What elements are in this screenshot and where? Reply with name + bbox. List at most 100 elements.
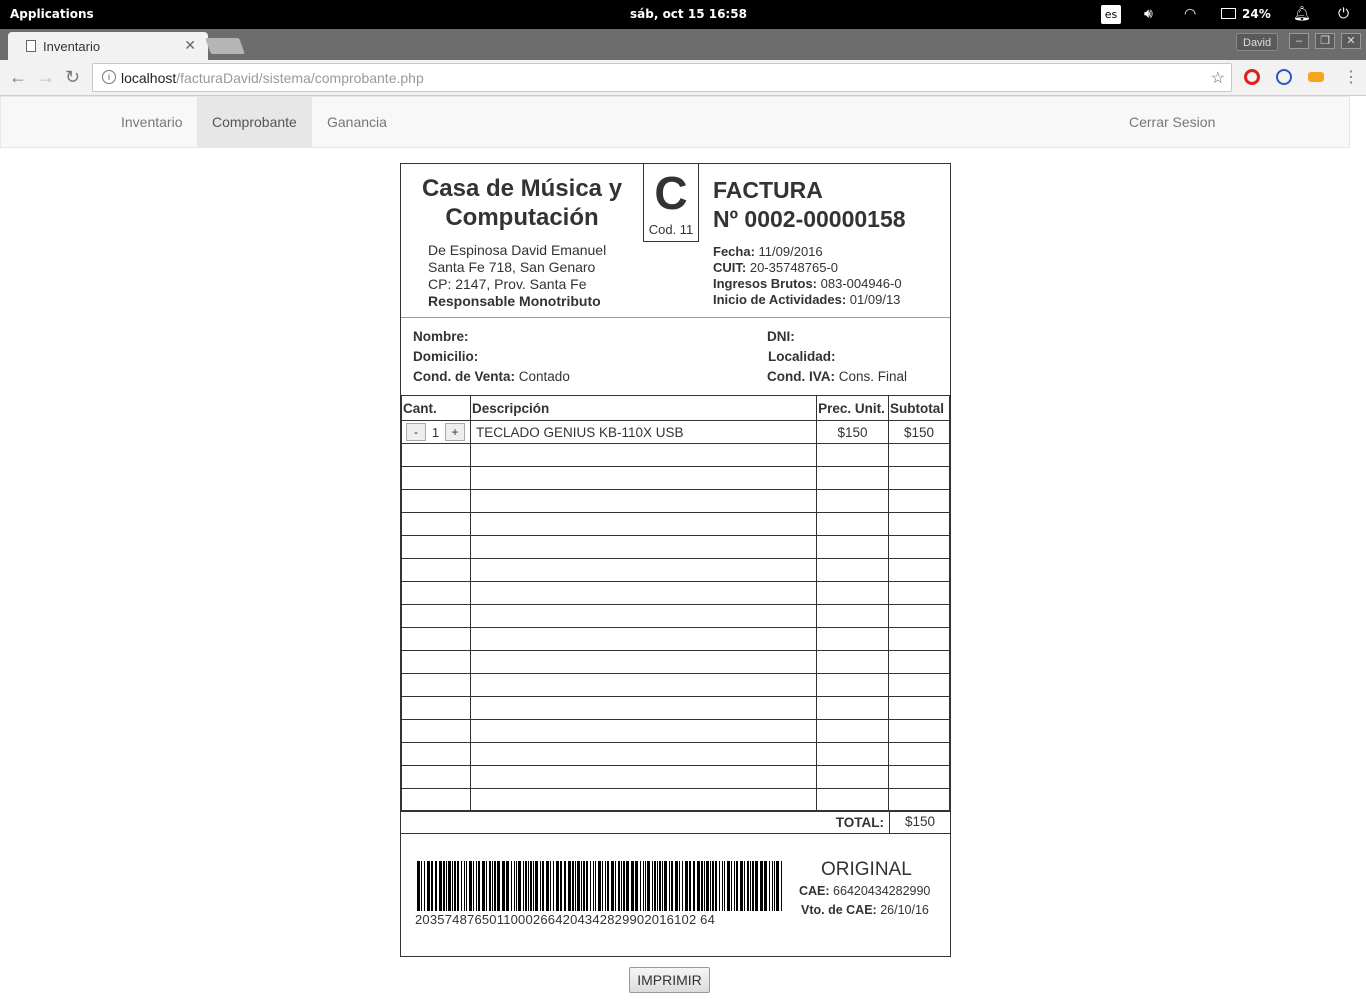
table-row [401,489,951,513]
barcode-bar [744,861,745,911]
barcode-bar [435,861,437,911]
barcode-bar [523,861,524,911]
minimize-icon[interactable]: – [1289,33,1309,49]
barcode-bar [478,861,480,911]
barcode-bar [652,861,653,911]
barcode-bar [466,861,467,911]
barcode-bar [560,861,562,911]
nav-cerrar-sesion[interactable]: Cerrar Sesion [1114,97,1230,147]
battery-icon[interactable] [1221,8,1236,19]
address-bar[interactable]: i localhost/facturaDavid/sistema/comprob… [92,63,1232,92]
tab-title: Inventario [43,39,101,54]
barcode-bar [572,861,574,911]
barcode-bar [497,861,500,911]
invoice-letter: C [654,167,688,219]
applications-menu[interactable]: Applications [10,7,94,21]
col-precio: Prec. Unit. [816,395,889,421]
copy-label: ORIGINAL [821,859,912,880]
barcode-bar [581,861,582,911]
barcode-bar [482,861,485,911]
url-text: localhost/facturaDavid/sistema/comproban… [121,70,424,86]
battery-percent[interactable]: 24% [1242,7,1271,21]
col-subtotal: Subtotal [887,395,951,421]
barcode-bar [424,861,425,911]
barcode-bar [575,861,576,911]
close-window-icon[interactable]: ✕ [1341,33,1361,49]
barcode-bar [607,861,609,911]
barcode-bar [530,861,532,911]
barcode-bar [675,861,678,911]
wifi-icon[interactable]: ◠ [1184,6,1196,22]
barcode-bar [427,861,430,911]
barcode-bar [671,861,673,911]
barcode-bar [486,861,487,911]
qty-value[interactable]: 1 [426,425,445,440]
system-top-bar: Applications sáb, oct 15 16:58 es 🔊︎ ◠ 2… [0,0,1366,29]
barcode-bar [662,861,663,911]
barcode-bar [740,861,743,911]
opera-extension-icon[interactable] [1244,69,1260,85]
keyboard-layout-indicator[interactable]: es [1101,5,1121,24]
clock[interactable]: sáb, oct 15 16:58 [630,7,747,21]
volume-icon[interactable]: 🔊︎ [1144,6,1153,22]
table-row [401,696,951,720]
col-descripcion: Descripción [469,395,818,421]
forward-icon[interactable]: → [37,67,55,88]
table-row [401,558,951,582]
profile-button[interactable]: David [1236,33,1279,51]
restore-icon[interactable]: ❐ [1315,33,1335,49]
barcode-bar [586,861,588,911]
info-icon[interactable]: i [102,70,116,84]
table-row [401,443,951,467]
barcode-bar [618,861,620,911]
barcode [417,861,787,911]
block-extension-icon[interactable] [1276,69,1292,85]
table-row [401,650,951,674]
browser-tab[interactable]: Inventario ✕ [8,32,208,60]
extension-icon[interactable] [1308,72,1324,82]
barcode-bar [489,861,491,911]
app-navbar: Inventario Comprobante Ganancia Cerrar S… [0,96,1350,148]
barcode-bar [525,861,527,911]
table-row [401,673,951,697]
barcode-bar [615,861,616,911]
barcode-bar [417,861,420,911]
barcode-bar [514,861,515,911]
barcode-bar [689,861,691,911]
barcode-bar [621,861,622,911]
barcode-bar [564,861,566,911]
notification-bell-icon[interactable]: 🔔︎ [1293,6,1311,22]
barcode-bar [511,861,512,911]
business-name: Casa de Música y Computación [421,175,623,231]
barcode-bar [760,861,763,911]
nav-comprobante[interactable]: Comprobante [197,97,312,147]
barcode-bar [710,861,711,911]
back-icon[interactable]: ← [9,67,27,88]
barcode-bar [712,861,714,911]
barcode-bar [659,861,661,911]
cae-info: CAE: 66420434282990 Vto. de CAE: 26/10/1… [799,884,931,917]
print-button[interactable]: IMPRIMIR [629,967,710,993]
client-domicilio-label: Domicilio: [413,349,479,364]
invoice-meta: Fecha: 11/09/2016 CUIT: 20-35748765-0 In… [713,244,902,307]
close-tab-icon[interactable]: ✕ [184,37,196,54]
barcode-bar [605,861,606,911]
barcode-bar [772,861,773,911]
browser-toolbar: ← → ↻ i localhost/facturaDavid/sistema/c… [0,60,1366,96]
power-icon[interactable]: ⏻ [1338,6,1349,22]
col-cant: Cant. [401,395,471,421]
bookmark-star-icon[interactable]: ☆ [1211,68,1225,88]
new-tab-button[interactable] [205,38,245,54]
nav-inventario[interactable]: Inventario [106,97,197,147]
barcode-bar [747,861,749,911]
table-row [401,535,951,559]
reload-icon[interactable]: ↻ [65,67,80,88]
barcode-bar [528,861,529,911]
nav-ganancia[interactable]: Ganancia [312,97,402,147]
increase-qty-button[interactable]: + [445,423,465,441]
barcode-bar [595,861,596,911]
barcode-bar [502,861,505,911]
decrease-qty-button[interactable]: - [406,423,426,441]
chrome-menu-icon[interactable]: ⋮ [1343,67,1359,87]
barcode-bar [645,861,646,911]
